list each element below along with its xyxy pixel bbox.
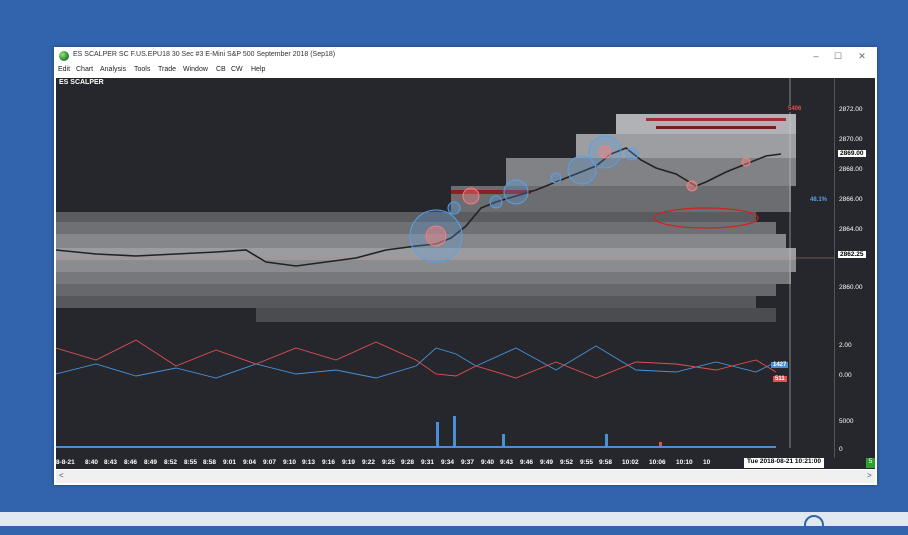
price-tick: 2868.00 bbox=[839, 166, 863, 173]
crosshair-price-box: 2862.25 bbox=[838, 251, 866, 258]
time-label: 9:13 bbox=[302, 459, 316, 466]
volume-zero-tick: 0 bbox=[839, 446, 843, 453]
menu-help[interactable]: Help bbox=[251, 66, 265, 73]
time-label: 9:04 bbox=[243, 459, 257, 466]
time-label: 10:02 bbox=[622, 459, 639, 466]
menu-tools[interactable]: Tools bbox=[134, 66, 150, 73]
menu-cb[interactable]: CB bbox=[216, 66, 226, 73]
indicator-tick: 0.00 bbox=[839, 372, 852, 379]
maximize-button[interactable]: ☐ bbox=[825, 49, 851, 63]
time-label: 8:52 bbox=[164, 459, 178, 466]
current-price-box: 2869.00 bbox=[838, 150, 866, 157]
close-button[interactable]: ✕ bbox=[849, 49, 875, 63]
time-label: 9:10 bbox=[283, 459, 297, 466]
indicator-red-value: 511 bbox=[773, 376, 787, 382]
record-button[interactable] bbox=[804, 515, 824, 535]
time-label: 8:55 bbox=[184, 459, 198, 466]
time-label: 10:06 bbox=[649, 459, 666, 466]
volume-bars bbox=[56, 416, 776, 448]
chart-area[interactable]: ES SCALPER 2872.00 2870.00 2869.00 2868.… bbox=[56, 78, 875, 458]
time-label: 9:58 bbox=[599, 459, 613, 466]
time-label: 9:31 bbox=[421, 459, 435, 466]
title-bar: ES SCALPER SC F.US.EPU18 30 Sec #3 E-Min… bbox=[54, 47, 877, 65]
time-label: 9:46 bbox=[520, 459, 534, 466]
indicator-tick: 2.00 bbox=[839, 342, 852, 349]
chart-title: ES SCALPER bbox=[59, 79, 104, 86]
price-tick: 2870.00 bbox=[839, 136, 863, 143]
menu-edit[interactable]: Edit bbox=[58, 66, 70, 73]
time-label: 9:16 bbox=[322, 459, 336, 466]
menu-cw[interactable]: CW bbox=[231, 66, 243, 73]
time-label: 9:37 bbox=[461, 459, 475, 466]
menu-trade[interactable]: Trade bbox=[158, 66, 176, 73]
time-label: 8:43 bbox=[104, 459, 118, 466]
volume-percent: 48.1% bbox=[808, 197, 830, 203]
time-label: 10:10 bbox=[676, 459, 693, 466]
scroll-right-arrow-icon[interactable]: > bbox=[867, 471, 872, 480]
taskbar-strip bbox=[0, 512, 908, 526]
time-label: 9:49 bbox=[540, 459, 554, 466]
date-time-box: Tue 2018-08-21 10:21:00 bbox=[744, 458, 824, 468]
ladder-top-value: 5406 bbox=[786, 106, 804, 112]
horizontal-scrollbar[interactable]: < > bbox=[56, 470, 875, 483]
price-tick: 2866.00 bbox=[839, 196, 863, 203]
time-label: 9:19 bbox=[342, 459, 356, 466]
menu-window[interactable]: Window bbox=[183, 66, 208, 73]
time-label: 9:34 bbox=[441, 459, 455, 466]
time-label: 10 bbox=[703, 459, 711, 466]
price-scale[interactable]: 2872.00 2870.00 2869.00 2868.00 2866.00 … bbox=[834, 78, 875, 458]
price-tick: 2864.00 bbox=[839, 226, 863, 233]
time-label: 9:43 bbox=[500, 459, 514, 466]
time-label: 9:28 bbox=[401, 459, 415, 466]
scroll-left-arrow-icon[interactable]: < bbox=[59, 471, 64, 480]
time-label: 8:49 bbox=[144, 459, 158, 466]
time-label: 8:40 bbox=[85, 459, 99, 466]
price-tick: 2860.00 bbox=[839, 284, 863, 291]
indicator-blue-value: 1427 bbox=[771, 362, 789, 368]
time-label: 8:58 bbox=[203, 459, 217, 466]
menu-bar: Edit Chart Analysis Tools Trade Window C… bbox=[54, 65, 877, 78]
window-title: ES SCALPER SC F.US.EPU18 30 Sec #3 E-Min… bbox=[73, 51, 336, 58]
time-label: 9:52 bbox=[560, 459, 574, 466]
app-globe-icon bbox=[59, 51, 69, 61]
chart-number-badge[interactable]: 5 bbox=[866, 458, 875, 468]
chart-canvas[interactable] bbox=[56, 78, 834, 458]
time-label: 8-8-21 bbox=[56, 459, 75, 466]
menu-chart[interactable]: Chart bbox=[76, 66, 93, 73]
time-label: 9:40 bbox=[481, 459, 495, 466]
menu-analysis[interactable]: Analysis bbox=[100, 66, 126, 73]
volume-tick: 5000 bbox=[839, 418, 854, 425]
time-label: 9:25 bbox=[382, 459, 396, 466]
time-label: 9:01 bbox=[223, 459, 237, 466]
app-window: ES SCALPER SC F.US.EPU18 30 Sec #3 E-Min… bbox=[54, 47, 877, 485]
time-label: 9:07 bbox=[263, 459, 277, 466]
time-label: 9:55 bbox=[580, 459, 594, 466]
indicator-pane bbox=[56, 339, 777, 379]
time-axis[interactable]: 8-8-21 8:40 8:43 8:46 8:49 8:52 8:55 8:5… bbox=[56, 458, 875, 469]
time-label: 9:22 bbox=[362, 459, 376, 466]
time-label: 8:46 bbox=[124, 459, 138, 466]
price-tick: 2872.00 bbox=[839, 106, 863, 113]
